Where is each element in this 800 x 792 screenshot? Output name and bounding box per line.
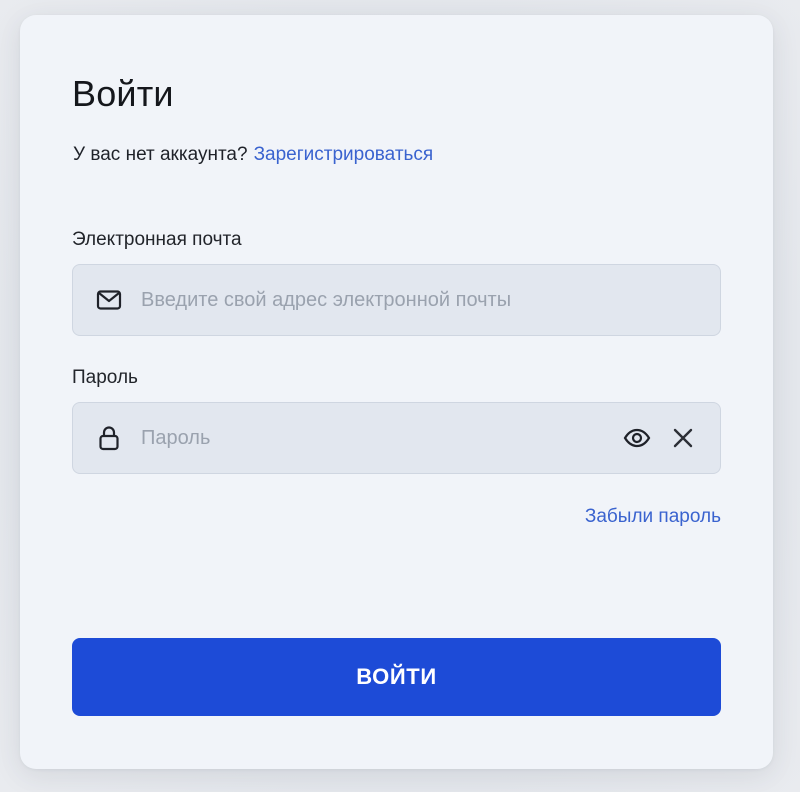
forgot-password-link[interactable]: Забыли пароль [585, 506, 721, 528]
email-label: Электронная почта [72, 229, 242, 250]
email-input[interactable] [141, 265, 720, 335]
password-input[interactable] [141, 403, 622, 473]
close-icon[interactable] [668, 423, 698, 453]
password-label: Пароль [72, 367, 138, 388]
mail-icon [95, 286, 123, 314]
password-field-container[interactable] [72, 402, 721, 474]
signup-prompt-text: У вас нет аккаунта? [73, 144, 248, 165]
login-card: Войти У вас нет аккаунта? Зарегистрироват… [20, 15, 773, 769]
eye-icon[interactable] [622, 423, 652, 453]
signup-prompt-row: У вас нет аккаунта? Зарегистрироваться [73, 144, 433, 166]
signup-link[interactable]: Зарегистрироваться [254, 144, 434, 165]
lock-icon [95, 424, 123, 452]
email-field-container[interactable] [72, 264, 721, 336]
login-button[interactable]: ВОЙТИ [72, 638, 721, 716]
page-title: Войти [72, 73, 174, 114]
